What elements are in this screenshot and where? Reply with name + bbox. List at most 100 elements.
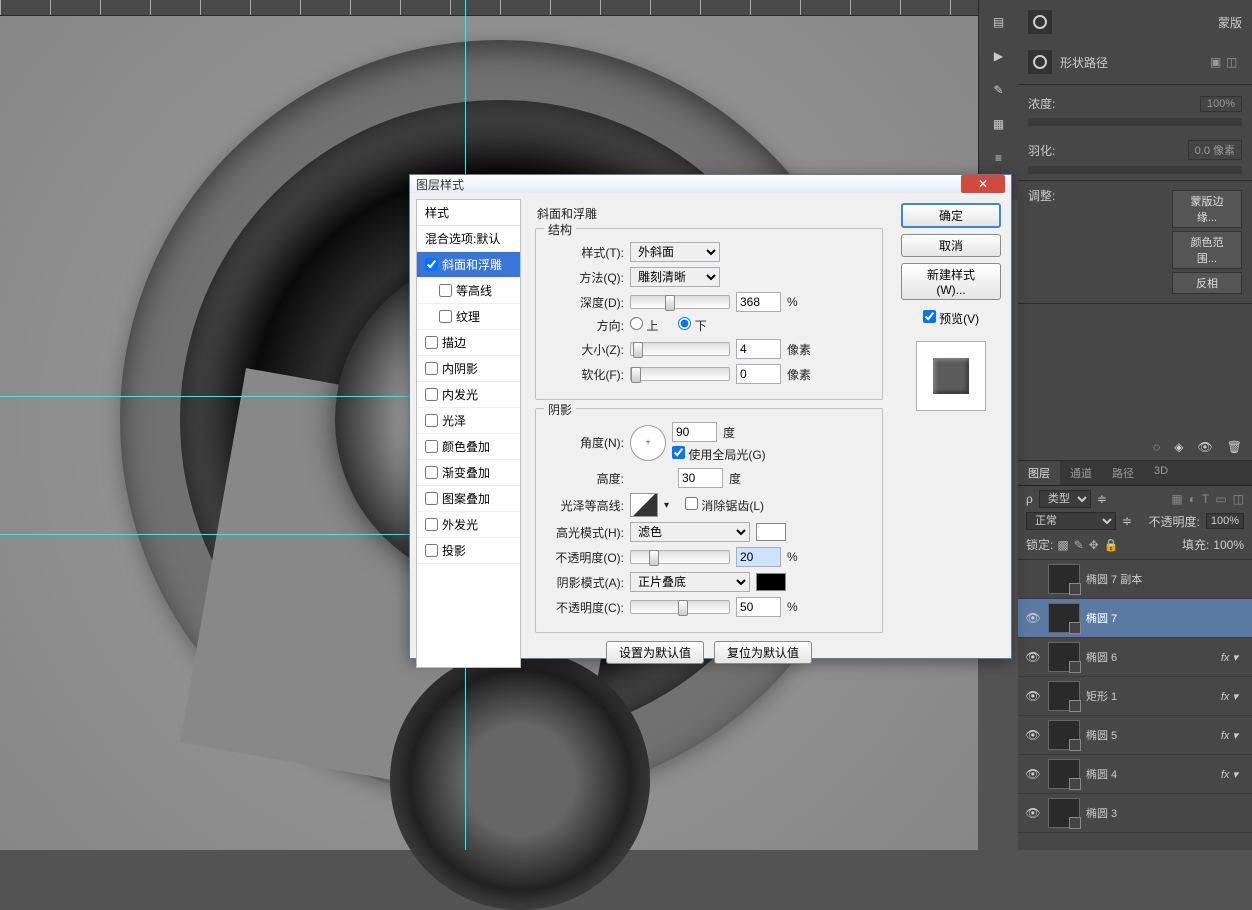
color-range-button[interactable]: 颜色范围... <box>1172 231 1242 269</box>
layer-row[interactable]: 👁 椭圆 5 fx ▾ <box>1018 716 1252 755</box>
effect-row-0[interactable]: 斜面和浮雕 <box>417 252 520 278</box>
fill-value[interactable]: 100% <box>1213 538 1244 552</box>
effect-checkbox[interactable] <box>425 544 438 557</box>
highlight-color-swatch[interactable] <box>756 523 786 541</box>
antialias-checkbox[interactable]: 消除锯齿(L) <box>685 497 764 514</box>
lock-pixels-icon[interactable]: ✎ <box>1074 538 1084 552</box>
filter-shape-icon[interactable]: ▭ <box>1215 492 1226 506</box>
delete-mask-icon[interactable]: 🗑 <box>1227 440 1242 454</box>
cancel-button[interactable]: 取消 <box>901 234 1001 257</box>
effect-row-11[interactable]: 投影 <box>417 538 520 564</box>
depth-input[interactable] <box>736 292 781 312</box>
styles-header[interactable]: 样式 <box>417 200 520 226</box>
effect-row-9[interactable]: 图案叠加 <box>417 486 520 512</box>
highlight-opacity-input[interactable] <box>736 547 781 567</box>
filter-type-icon[interactable]: T <box>1202 492 1209 506</box>
layer-row[interactable]: 👁 椭圆 4 fx ▾ <box>1018 755 1252 794</box>
bevel-style-select[interactable]: 外斜面 <box>630 242 720 262</box>
direction-down-radio[interactable]: 下 <box>678 317 706 334</box>
effect-row-8[interactable]: 渐变叠加 <box>417 460 520 486</box>
visibility-eye-icon[interactable]: 👁 <box>1024 650 1042 664</box>
effect-checkbox[interactable] <box>425 414 438 427</box>
effect-row-2[interactable]: 纹理 <box>417 304 520 330</box>
collapsed-panel-strip[interactable]: ▤ ▶ ✎ ▦ ≡ <box>978 0 1018 200</box>
fx-badge[interactable]: fx ▾ <box>1221 651 1246 664</box>
density-value[interactable]: 100% <box>1200 96 1242 112</box>
shadow-opacity-input[interactable] <box>736 597 781 617</box>
histogram-icon[interactable]: ▤ <box>987 10 1011 34</box>
layer-row[interactable]: 椭圆 7 副本 <box>1018 560 1252 599</box>
effect-row-6[interactable]: 光泽 <box>417 408 520 434</box>
fx-badge[interactable]: fx ▾ <box>1221 768 1246 781</box>
tab-layers[interactable]: 图层 <box>1018 461 1060 485</box>
layer-row[interactable]: 👁 椭圆 7 <box>1018 599 1252 638</box>
visibility-eye-icon[interactable]: 👁 <box>1024 806 1042 820</box>
blend-mode-select[interactable]: 正常 <box>1026 512 1116 530</box>
layer-thumbnail[interactable] <box>1048 642 1080 672</box>
soften-slider[interactable] <box>630 367 730 381</box>
invert-button[interactable]: 反相 <box>1172 272 1242 294</box>
new-style-button[interactable]: 新建样式(W)... <box>901 263 1001 300</box>
close-button[interactable]: ✕ <box>961 175 1005 193</box>
ok-button[interactable]: 确定 <box>901 203 1001 228</box>
highlight-opacity-slider[interactable] <box>630 550 730 564</box>
density-slider[interactable] <box>1028 118 1242 126</box>
altitude-input[interactable] <box>678 468 723 488</box>
filter-adjust-icon[interactable]: ◐ <box>1189 492 1196 506</box>
visibility-eye-icon[interactable]: 👁 <box>1024 611 1042 625</box>
depth-slider[interactable] <box>630 295 730 309</box>
shadow-opacity-slider[interactable] <box>630 600 730 614</box>
global-light-checkbox[interactable]: 使用全局光(G) <box>672 446 766 463</box>
effect-row-1[interactable]: 等高线 <box>417 278 520 304</box>
effect-row-7[interactable]: 颜色叠加 <box>417 434 520 460</box>
filter-kind-select[interactable]: 类型 <box>1039 490 1091 508</box>
feather-value[interactable]: 0.0 像素 <box>1188 140 1242 160</box>
layer-row[interactable]: 👁 矩形 1 fx ▾ <box>1018 677 1252 716</box>
dialog-titlebar[interactable]: 图层样式 ✕ <box>410 175 1011 193</box>
preview-checkbox[interactable]: 预览(V) <box>923 310 979 327</box>
path-mask-icon[interactable] <box>1028 50 1052 74</box>
layer-row[interactable]: 👁 椭圆 3 <box>1018 794 1252 833</box>
layer-row[interactable]: 👁 椭圆 6 fx ▾ <box>1018 638 1252 677</box>
layer-thumbnail[interactable] <box>1048 720 1080 750</box>
layer-thumbnail[interactable] <box>1048 564 1080 594</box>
direction-up-radio[interactable]: 上 <box>630 317 658 334</box>
angle-input[interactable] <box>672 422 717 442</box>
fx-badge[interactable]: fx ▾ <box>1221 729 1246 742</box>
effect-checkbox[interactable] <box>425 492 438 505</box>
apply-mask-icon[interactable]: ◈ <box>1174 440 1183 454</box>
blend-options-row[interactable]: 混合选项:默认 <box>417 226 520 252</box>
ruler-horizontal[interactable] <box>0 0 978 16</box>
play-icon[interactable]: ▶ <box>987 44 1011 68</box>
feather-slider[interactable] <box>1028 166 1242 174</box>
layer-thumbnail[interactable] <box>1048 798 1080 828</box>
effect-row-10[interactable]: 外发光 <box>417 512 520 538</box>
mask-edge-button[interactable]: 蒙版边缘... <box>1172 190 1242 228</box>
technique-select[interactable]: 雕刻清晰 <box>630 267 720 287</box>
effect-row-3[interactable]: 描边 <box>417 330 520 356</box>
gloss-contour-picker[interactable] <box>630 493 658 517</box>
visibility-eye-icon[interactable]: 👁 <box>1024 767 1042 781</box>
lock-position-icon[interactable]: ✥ <box>1089 538 1099 552</box>
shadow-color-swatch[interactable] <box>756 573 786 591</box>
opacity-value[interactable]: 100% <box>1206 513 1244 529</box>
effect-checkbox[interactable] <box>425 258 438 271</box>
layer-thumbnail[interactable] <box>1048 681 1080 711</box>
size-slider[interactable] <box>630 342 730 356</box>
tab-3d[interactable]: 3D <box>1144 461 1178 485</box>
tab-channels[interactable]: 通道 <box>1060 461 1102 485</box>
effect-checkbox[interactable] <box>425 388 438 401</box>
filter-pixel-icon[interactable]: ▦ <box>1171 492 1182 506</box>
lock-transparency-icon[interactable]: ▩ <box>1057 538 1068 552</box>
tab-paths[interactable]: 路径 <box>1102 461 1144 485</box>
highlight-mode-select[interactable]: 滤色 <box>630 522 750 542</box>
effect-checkbox[interactable] <box>425 336 438 349</box>
visibility-eye-icon[interactable]: 👁 <box>1024 728 1042 742</box>
effect-checkbox[interactable] <box>425 362 438 375</box>
swatches-icon[interactable]: ▦ <box>987 112 1011 136</box>
effect-checkbox[interactable] <box>425 518 438 531</box>
effect-checkbox[interactable] <box>439 284 452 297</box>
soften-input[interactable] <box>736 364 781 384</box>
effect-checkbox[interactable] <box>439 310 452 323</box>
shadow-mode-select[interactable]: 正片叠底 <box>630 572 750 592</box>
